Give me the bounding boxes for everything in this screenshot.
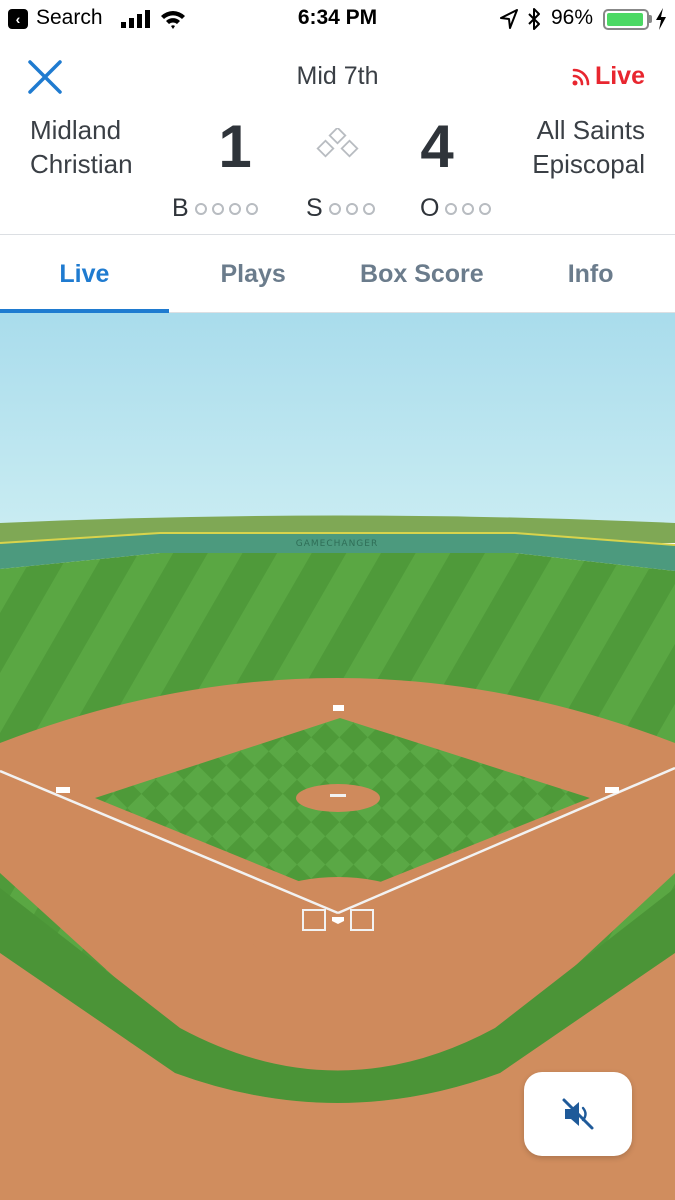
home-score: 4 [420,113,454,180]
bases-diamond-icon [316,128,359,158]
status-bar: ‹ Search 6:34 PM 96% [0,0,675,40]
second-base [333,705,344,711]
out-dot [479,202,492,215]
outs-label: O [420,194,440,222]
away-score: 1 [218,113,252,180]
ball-dot [245,202,258,215]
ball-dot [211,202,224,215]
home-team-line1: All Saints [536,115,645,145]
first-base [605,787,619,793]
away-team-line2: Christian [30,149,133,179]
balls-dots [194,202,263,215]
strikes-dots [328,202,380,215]
strike-dot [362,202,375,215]
battery-percent: 96% [551,6,594,29]
speaker-muted-icon [562,1098,594,1130]
location-arrow-icon [500,9,518,29]
tab-bar: Live Plays Box Score Info [0,234,675,313]
broadcast-icon [572,68,590,85]
ballpark-view: GAMECHANGER [0,313,675,1200]
strikes-count: S [306,194,380,223]
mute-button[interactable] [524,1072,632,1156]
wall-text: GAMECHANGER [296,539,378,549]
live-indicator: Live [571,62,645,91]
tab-box-score[interactable]: Box Score [338,235,507,312]
charging-bolt-icon [656,8,666,30]
tab-info[interactable]: Info [506,235,675,312]
tab-live[interactable]: Live [0,235,169,313]
ballpark-illustration: GAMECHANGER [0,313,675,1200]
tab-plays[interactable]: Plays [169,235,338,312]
pitchers-mound [296,784,380,812]
out-dot [445,202,458,215]
bluetooth-icon [528,8,540,30]
away-team-name: Midland Christian [30,113,200,181]
strikes-label: S [306,194,323,222]
home-team-line2: Episcopal [532,149,645,179]
outs-dots [445,202,496,215]
out-dot [462,202,475,215]
live-label: Live [594,62,645,90]
balls-label: B [172,194,189,222]
sky [0,313,675,528]
battery-cap [649,15,652,23]
strike-dot [345,202,358,215]
outs-count: O [420,194,496,223]
third-base [56,787,70,793]
battery-icon [603,9,649,30]
home-team-name: All Saints Episcopal [475,113,645,181]
ball-dot [228,202,241,215]
battery-level [607,13,644,26]
away-team-line1: Midland [30,115,122,145]
balls-count: B [172,194,263,223]
ball-dot [194,202,207,215]
strike-dot [328,202,341,215]
